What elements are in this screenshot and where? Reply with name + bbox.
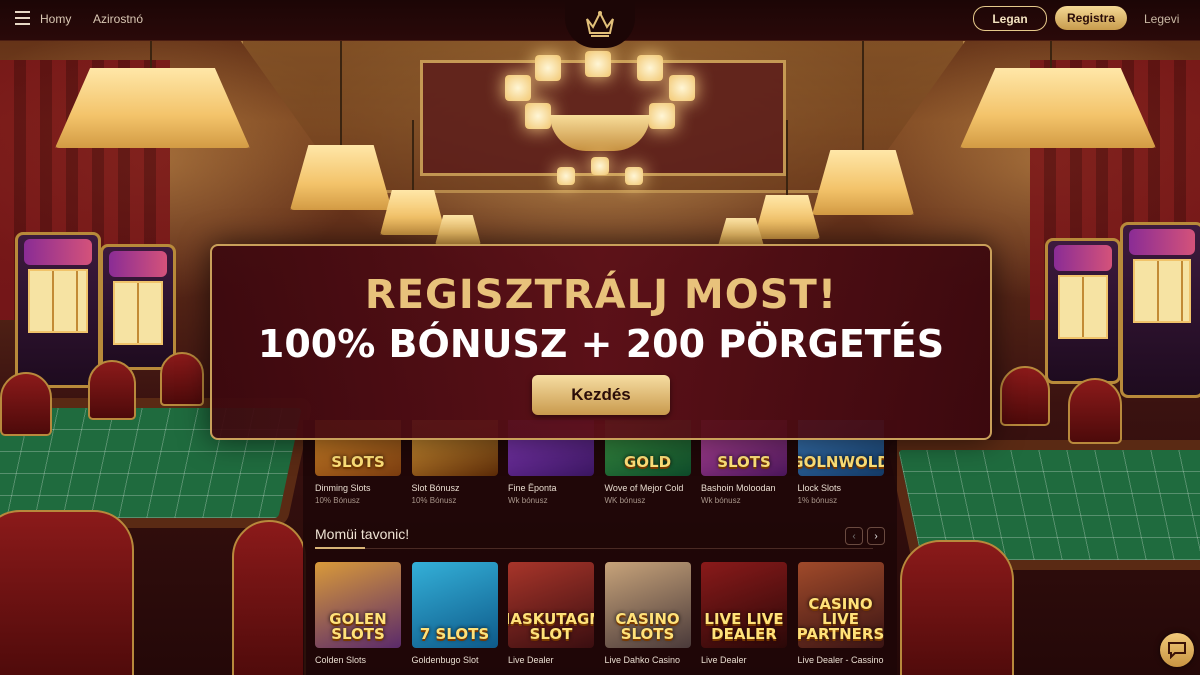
- game-thumbnail-text: 7 SLOTS: [419, 625, 490, 643]
- chair: [1000, 366, 1050, 426]
- chair-front: [232, 520, 306, 675]
- game-thumbnail[interactable]: 7 SLOTS: [411, 562, 498, 648]
- games-panel: SLOTS Dinming Slots 10% Bónusz Slot Bónusz 1…: [303, 420, 897, 675]
- game-title[interactable]: Live Dealer: [508, 655, 594, 665]
- hamburger-icon[interactable]: [15, 11, 30, 25]
- login-button[interactable]: Legan: [973, 6, 1047, 31]
- slot-machine-right-2: [1045, 238, 1121, 384]
- chat-icon: [1168, 642, 1186, 659]
- game-thumbnail-text: SLOTS: [331, 453, 385, 471]
- chair: [0, 372, 52, 436]
- lamp-cord: [412, 120, 414, 190]
- chair-front-left: [0, 510, 134, 675]
- game-title[interactable]: Colden Slots: [315, 655, 401, 665]
- chair-front-right: [900, 540, 1014, 675]
- banner-subline: 100% BÓNUSZ + 200 PÖRGETÉS: [257, 322, 945, 366]
- logo[interactable]: [565, 0, 635, 48]
- game-title[interactable]: Bashoin Moloodan: [701, 483, 787, 493]
- game-card[interactable]: GOLEN SLOTS Colden Slots: [315, 562, 401, 665]
- game-title[interactable]: Live Dealer: [701, 655, 787, 665]
- section-divider: [315, 548, 873, 549]
- slot-machine-left-2: [100, 244, 176, 370]
- chevron-right-icon[interactable]: ›: [867, 527, 885, 545]
- start-button[interactable]: Kezdés: [532, 375, 670, 415]
- game-thumbnail-text: CASINO LIVE PARTNERS: [797, 595, 884, 643]
- game-card[interactable]: CASINO LIVE PARTNERS Live Dealer - Cassin…: [797, 562, 884, 665]
- game-title[interactable]: Live Dealer - Cassino: [798, 655, 884, 665]
- lamp-shade: [380, 190, 446, 235]
- nav-link-home[interactable]: Homy: [40, 12, 71, 26]
- game-thumbnail[interactable]: GOLEN SLOTS: [315, 562, 401, 648]
- game-title[interactable]: Live Dahko Casino: [605, 655, 691, 665]
- lamp-cord: [862, 40, 864, 150]
- game-card[interactable]: LIVE LIVE DEALER Live Dealer: [701, 562, 787, 665]
- game-title[interactable]: Llock Slots: [798, 483, 884, 493]
- game-bonus-label: 1% bónusz: [797, 496, 838, 505]
- banner-headline: REGISZTRÁLJ MOST!: [364, 272, 838, 318]
- chair: [160, 352, 204, 406]
- section-divider-accent: [315, 547, 365, 549]
- crown-logo-icon: [586, 10, 614, 37]
- chandelier: [505, 51, 695, 205]
- game-bonus-label: WK bónusz: [604, 496, 646, 505]
- game-card[interactable]: CASINO SLOTS Live Dahko Casino: [604, 562, 691, 665]
- game-thumbnail-text: NASKUTAGM SLOT: [508, 610, 594, 643]
- lamp-cord: [340, 40, 342, 145]
- game-thumbnail-text: GOLD: [623, 453, 672, 471]
- game-title[interactable]: Goldenbugo Slot: [412, 655, 498, 665]
- promo-banner: REGISZTRÁLJ MOST! 100% BÓNUSZ + 200 PÖRG…: [210, 244, 992, 440]
- game-thumbnail-text: SLOTS: [717, 453, 771, 471]
- game-title[interactable]: Wove of Mejor Cold: [605, 483, 691, 493]
- game-title[interactable]: Dinming Slots: [315, 483, 401, 493]
- game-bonus-label: 10% Bónusz: [315, 496, 360, 505]
- nav-link-second[interactable]: Azirostnó: [93, 12, 143, 26]
- game-thumbnail-text: LIVE LIVE DEALER: [704, 610, 784, 643]
- game-bonus-label: Wk bónusz: [701, 496, 741, 505]
- chair: [88, 360, 136, 420]
- lamp-cord: [150, 40, 152, 70]
- lamp-cord: [786, 120, 788, 195]
- register-button[interactable]: Registra: [1055, 6, 1127, 30]
- game-thumbnail[interactable]: CASINO LIVE PARTNERS: [797, 562, 884, 648]
- game-title[interactable]: Fine Ëponta: [508, 483, 594, 493]
- chevron-left-icon[interactable]: ‹: [845, 527, 863, 545]
- game-card[interactable]: NASKUTAGM SLOT Live Dealer: [508, 562, 594, 665]
- game-thumbnail[interactable]: NASKUTAGM SLOT: [508, 562, 594, 648]
- game-thumbnail[interactable]: LIVE LIVE DEALER: [701, 562, 787, 648]
- game-card[interactable]: 7 SLOTS Goldenbugo Slot: [411, 562, 498, 665]
- game-thumbnail[interactable]: CASINO SLOTS: [604, 562, 691, 648]
- game-title[interactable]: Slot Bónusz: [412, 483, 498, 493]
- chair: [1068, 378, 1122, 444]
- game-thumbnail-text: GOLNWOLD: [798, 453, 884, 471]
- game-bonus-label: 10% Bónusz: [411, 496, 457, 505]
- game-thumbnail-text: GOLEN SLOTS: [329, 610, 387, 643]
- section-title: Momüi tavonic!: [315, 526, 410, 542]
- top-right-link[interactable]: Legevi: [1144, 12, 1179, 26]
- lamp-shade: [718, 218, 764, 246]
- lamp-cord: [1050, 40, 1052, 70]
- lamp-shade: [754, 195, 820, 239]
- slot-machine-left: [15, 232, 101, 388]
- game-thumbnail-text: CASINO SLOTS: [615, 610, 680, 643]
- slot-machine-right: [1120, 222, 1200, 398]
- game-bonus-label: Wk bónusz: [508, 496, 548, 505]
- chat-bubble-icon[interactable]: [1160, 633, 1194, 667]
